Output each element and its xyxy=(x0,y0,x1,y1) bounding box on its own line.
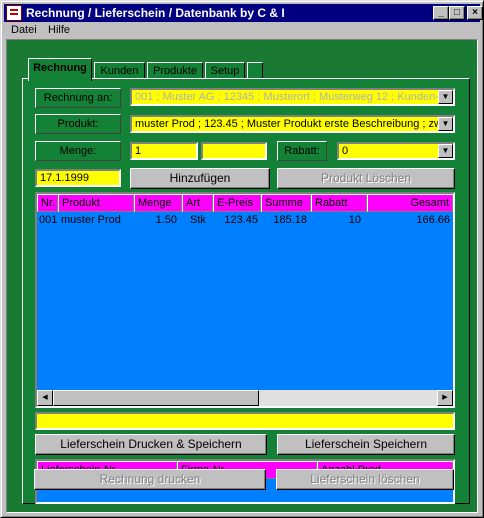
col-header-nr[interactable]: Nr. xyxy=(37,194,58,212)
close-button[interactable]: × xyxy=(467,6,483,20)
produkt-label: Produkt: xyxy=(35,114,121,134)
app-icon[interactable] xyxy=(6,5,22,21)
rabatt-select[interactable]: 0 ▼ xyxy=(337,142,455,160)
col-header-rabatt[interactable]: Rabatt xyxy=(311,194,367,212)
print-save-button[interactable]: Lieferschein Drucken & Speichern xyxy=(35,434,267,455)
menu-bar: Datei Hilfe xyxy=(4,23,480,39)
cell-nr: 001 xyxy=(39,214,58,226)
cell-epreis: 123.45 xyxy=(224,214,258,226)
menge-input[interactable]: 1 xyxy=(130,142,198,160)
rabatt-value: 0 xyxy=(342,145,349,157)
left-arrow-icon[interactable]: ◀ xyxy=(37,390,53,406)
cell-menge: 1.50 xyxy=(155,214,177,226)
cell-art: Stk xyxy=(190,214,206,226)
date-field[interactable]: 17.1.1999 xyxy=(35,169,121,187)
scroll-thumb[interactable] xyxy=(53,390,259,406)
minimize-button[interactable]: _ xyxy=(433,6,449,20)
title-bar[interactable]: Rechnung / Lieferschein / Datenbank by C… xyxy=(4,4,483,22)
cell-rabatt: 10 xyxy=(348,214,361,226)
down-arrow-icon[interactable]: ▼ xyxy=(438,90,453,104)
print-invoice-button[interactable]: Rechnung drucken xyxy=(34,469,266,490)
cell-gesamt: 166.66 xyxy=(416,214,450,226)
window-title: Rechnung / Lieferschein / Datenbank by C… xyxy=(26,6,285,20)
menu-datei[interactable]: Datei xyxy=(11,24,37,36)
rechnung-an-label: Rechnung an: xyxy=(35,88,121,108)
client-area: Rechnung Kunden Produkte Setup Rechnung … xyxy=(6,39,478,513)
rechnung-an-value: 001 ; Muster AG ; 12345 ; Musterort ; Mu… xyxy=(135,91,445,103)
rechnung-panel: Rechnung an: 001 ; Muster AG ; 12345 ; M… xyxy=(22,78,470,504)
delete-product-button[interactable]: Produkt Löschen xyxy=(277,168,455,189)
add-button[interactable]: Hinzufügen xyxy=(130,168,270,189)
produkt-select[interactable]: muster Prod ; 123.45 ; Muster Produkt er… xyxy=(130,115,455,133)
table-row[interactable]: 001 muster Prod 1.50 Stk 123.45 185.18 1… xyxy=(37,214,453,228)
cell-summe: 185.18 xyxy=(273,214,307,226)
horizontal-scrollbar[interactable]: ◀ ▶ xyxy=(37,390,453,406)
produkt-value: muster Prod ; 123.45 ; Muster Produkt er… xyxy=(135,118,442,130)
maximize-button[interactable]: □ xyxy=(449,6,465,20)
col-header-produkt[interactable]: Produkt xyxy=(58,194,134,212)
menge-label: Menge: xyxy=(35,141,121,161)
tab-rechnung[interactable]: Rechnung xyxy=(28,58,92,81)
col-header-summe[interactable]: Summe xyxy=(261,194,311,212)
save-button[interactable]: Lieferschein Speichern xyxy=(277,434,455,455)
right-arrow-icon[interactable]: ▶ xyxy=(437,390,453,406)
col-header-gesamt[interactable]: Gesamt xyxy=(367,194,453,212)
down-arrow-icon[interactable]: ▼ xyxy=(438,144,453,158)
cell-produkt: muster Prod xyxy=(61,214,121,226)
app-window: Rechnung / Lieferschein / Datenbank by C… xyxy=(0,0,484,518)
rabatt-label: Rabatt: xyxy=(277,141,327,161)
col-header-art[interactable]: Art xyxy=(182,194,213,212)
status-field[interactable] xyxy=(35,412,455,430)
menu-hilfe[interactable]: Hilfe xyxy=(48,24,70,36)
rechnung-an-select[interactable]: 001 ; Muster AG ; 12345 ; Musterort ; Mu… xyxy=(130,88,455,106)
col-header-menge[interactable]: Menge xyxy=(134,194,182,212)
menge-extra-input[interactable] xyxy=(201,142,267,160)
delete-delivery-button[interactable]: Lieferschein löschen xyxy=(276,469,454,490)
product-table[interactable]: Nr. Produkt Menge Art E-Preis Summe Raba… xyxy=(35,192,455,408)
down-arrow-icon[interactable]: ▼ xyxy=(438,117,453,131)
col-header-epreis[interactable]: E-Preis xyxy=(213,194,261,212)
